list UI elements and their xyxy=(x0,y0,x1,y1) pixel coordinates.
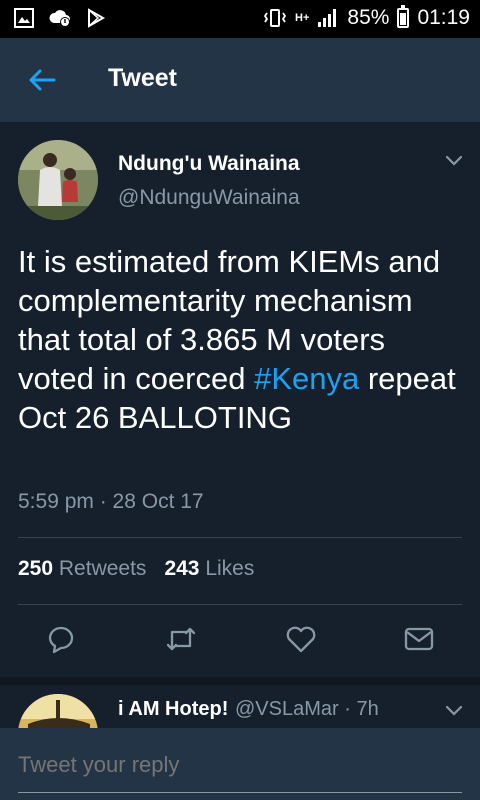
reply-handle-time: @VSLaMar · 7h xyxy=(235,698,379,720)
retweets-count: 250 xyxy=(18,557,54,580)
page-title: Tweet xyxy=(108,64,177,92)
message-icon[interactable] xyxy=(402,622,436,656)
reply-icon[interactable] xyxy=(44,622,78,656)
likes-stat[interactable]: 243 Likes xyxy=(164,557,254,581)
author-handle[interactable]: @NdunguWainaina xyxy=(118,186,300,210)
tweet-actions xyxy=(0,622,480,662)
reply-avatar-photo xyxy=(18,694,98,728)
reply-item[interactable]: i AM Hotep! @VSLaMar · 7h xyxy=(0,670,480,728)
likes-count: 243 xyxy=(164,557,200,580)
vibrate-icon xyxy=(263,9,287,27)
divider xyxy=(18,604,462,605)
chevron-down-icon[interactable] xyxy=(444,704,464,718)
tweet-timestamp: 5:59 pm · 28 Oct 17 xyxy=(18,490,204,513)
back-arrow-icon[interactable] xyxy=(26,64,58,96)
network-type: H+ xyxy=(295,11,310,24)
retweet-icon[interactable] xyxy=(164,622,198,656)
gallery-icon xyxy=(14,8,34,28)
like-icon[interactable] xyxy=(284,622,318,656)
divider xyxy=(18,537,462,538)
weather-alert-icon xyxy=(49,10,70,27)
clock: 01:19 xyxy=(417,6,470,29)
avatar-photo xyxy=(18,140,98,220)
hashtag-link[interactable]: #Kenya xyxy=(254,361,359,396)
author-avatar[interactable] xyxy=(18,140,98,220)
reply-compose-bar xyxy=(0,728,480,800)
author-name[interactable]: Ndung'u Wainaina xyxy=(118,152,300,176)
chevron-down-icon[interactable] xyxy=(444,154,464,168)
reply-input[interactable] xyxy=(18,752,462,778)
likes-label: Likes xyxy=(205,557,255,580)
tweet-text: It is estimated from KIEMs and complemen… xyxy=(18,242,468,437)
signal-icon xyxy=(318,9,337,27)
retweets-label: Retweets xyxy=(58,557,147,580)
retweets-stat[interactable]: 250 Retweets xyxy=(18,557,146,581)
input-underline xyxy=(18,792,462,793)
play-store-icon xyxy=(88,8,106,28)
app-header: Tweet xyxy=(0,38,480,122)
reply-avatar[interactable] xyxy=(18,694,98,728)
tweet-stats: 250 Retweets 243 Likes xyxy=(18,557,254,581)
battery-percent: 85% xyxy=(347,6,390,29)
battery-icon xyxy=(397,5,410,28)
status-bar: H+ 85% 01:19 xyxy=(0,0,480,38)
reply-author-name[interactable]: i AM Hotep! xyxy=(118,698,228,721)
